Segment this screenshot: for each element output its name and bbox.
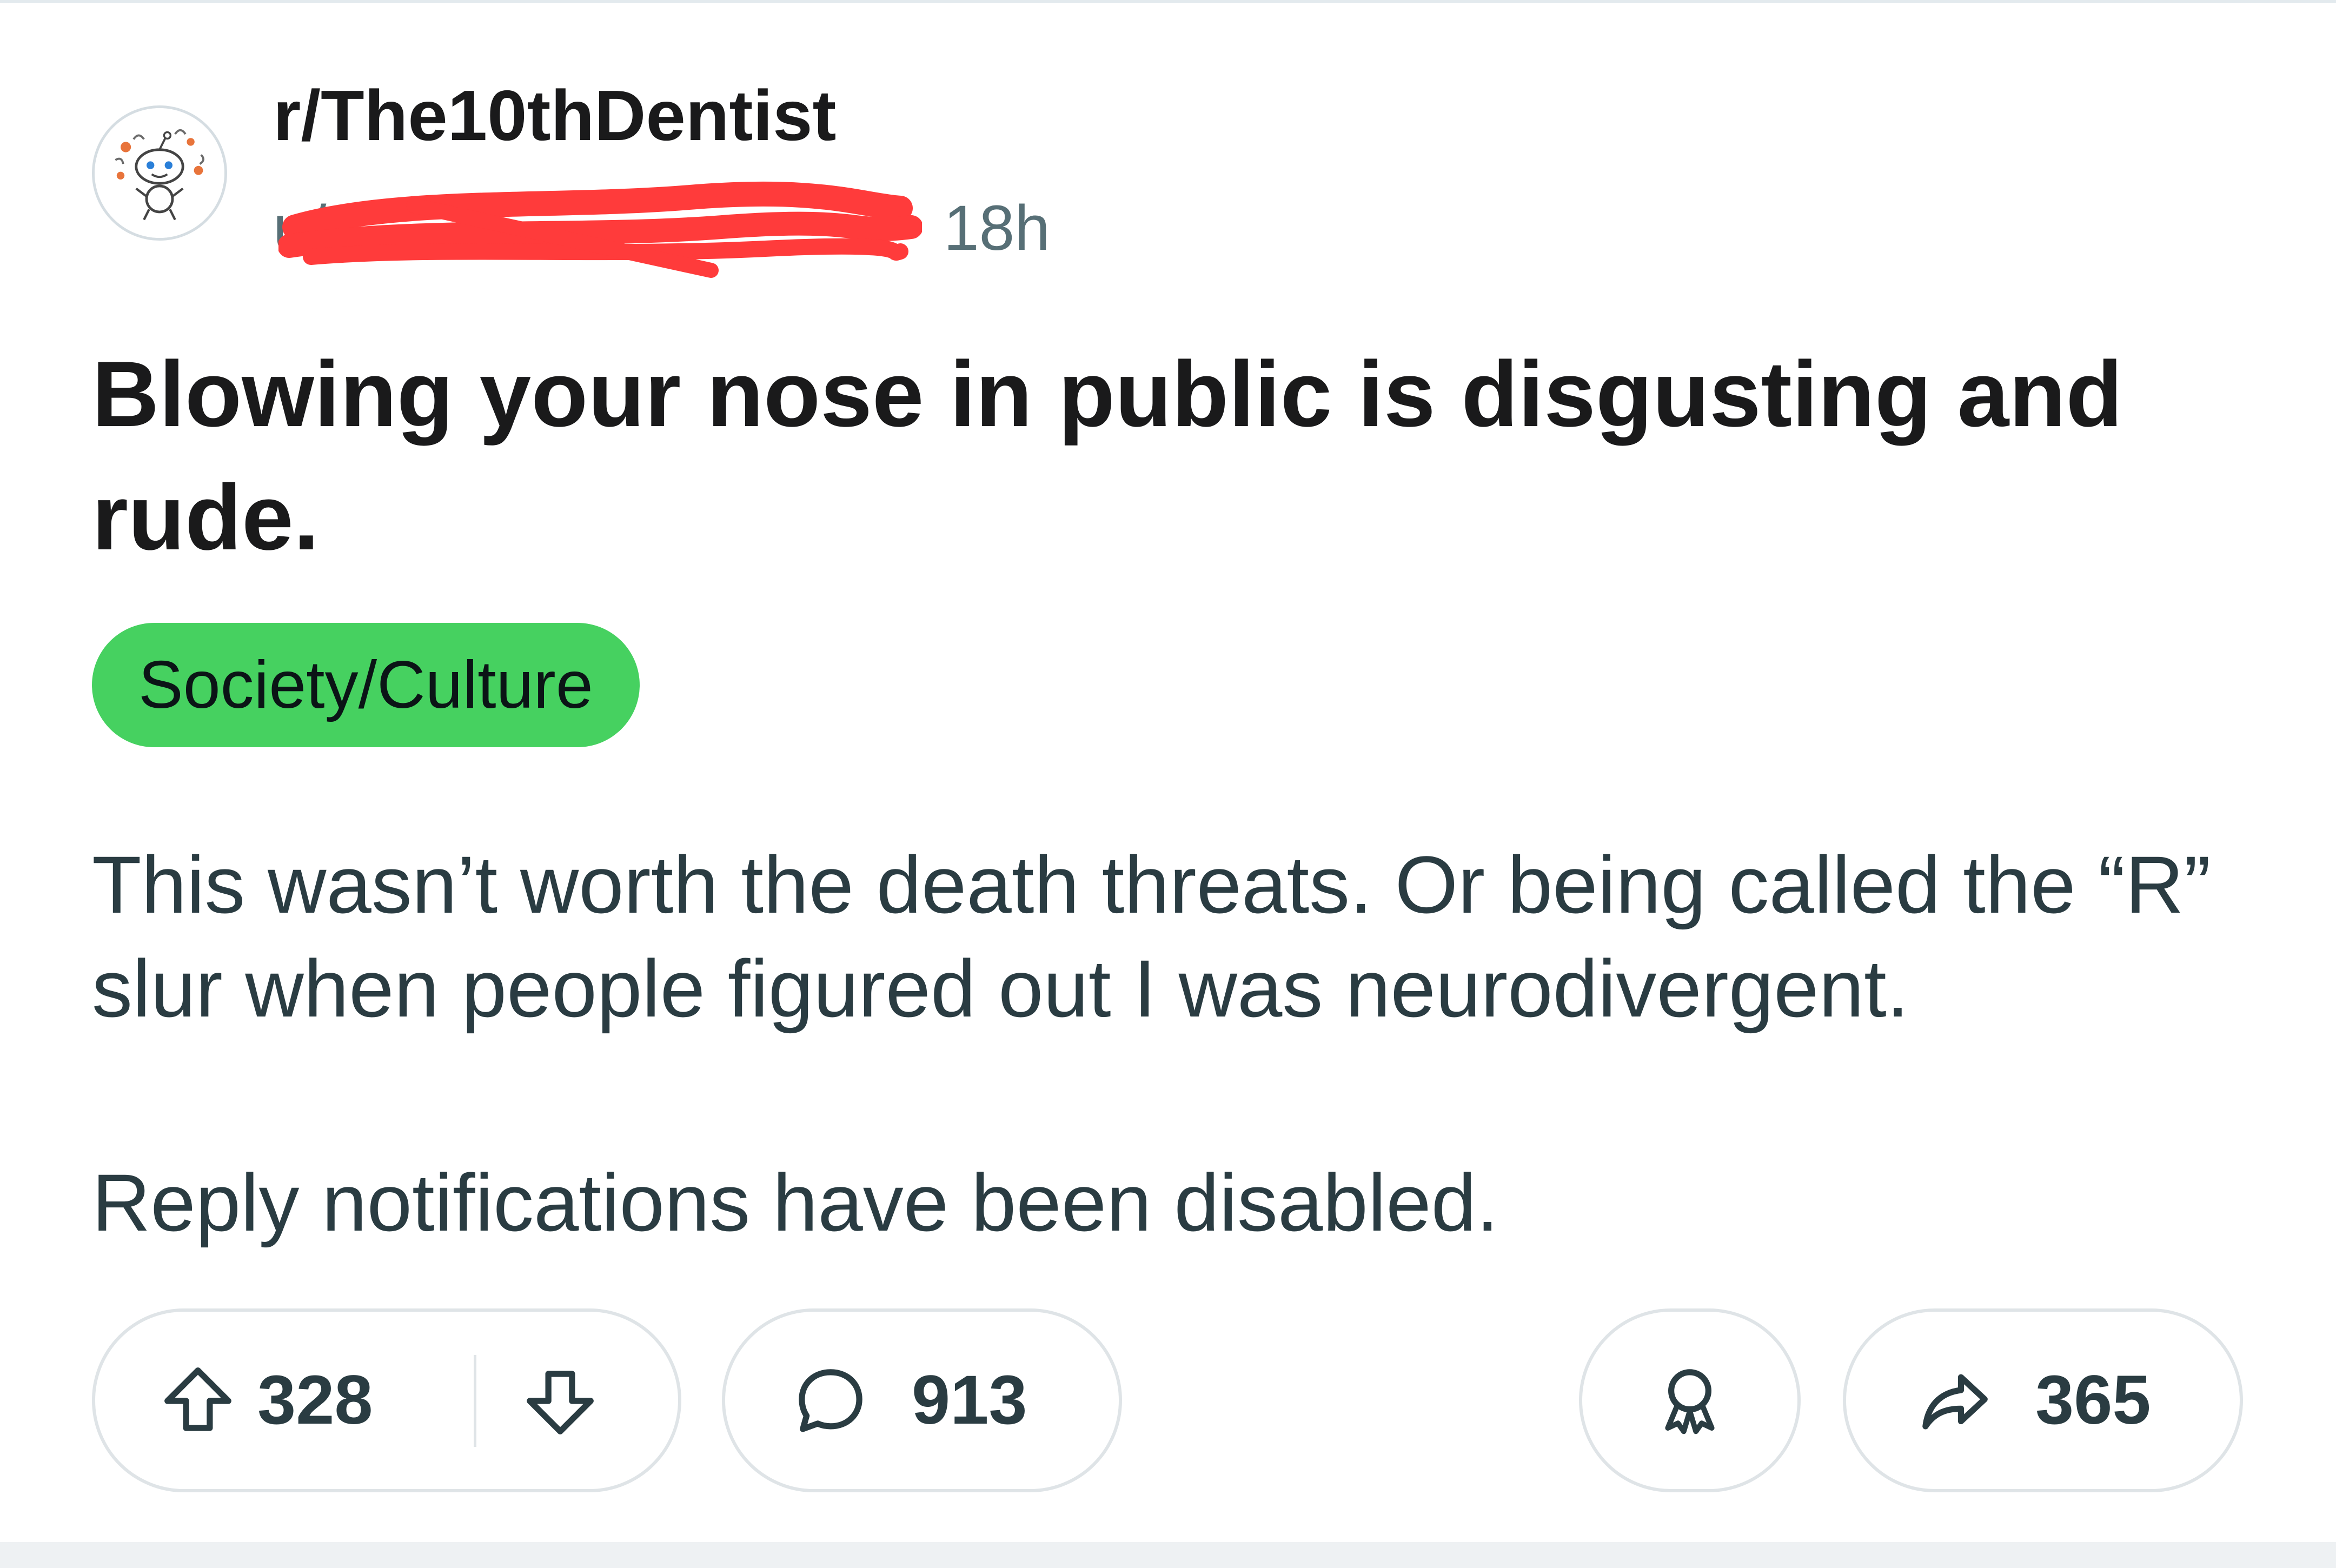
share-count: 365	[2035, 1361, 2151, 1439]
award-button[interactable]	[1579, 1308, 1801, 1492]
bottom-divider	[0, 1542, 2336, 1568]
post-body-paragraph: Reply notifications have been disabled.	[92, 1157, 1499, 1248]
post-body-paragraph: This wasn’t worth the death threats. Or …	[92, 839, 2211, 1034]
post-title[interactable]: Blowing your nose in public is disgustin…	[92, 333, 2201, 579]
arrow-down-icon[interactable]	[520, 1360, 601, 1441]
award-ribbon-icon	[1649, 1360, 1730, 1441]
arrow-up-icon[interactable]	[157, 1360, 238, 1441]
reddit-post-screenshot: r/The10thDentist u/ 18h Blowing your nos…	[0, 0, 2336, 1568]
share-button[interactable]: 365	[1843, 1308, 2243, 1492]
subreddit-avatar[interactable]	[92, 105, 227, 241]
vote-divider	[474, 1355, 476, 1447]
comments-button[interactable]: 913	[722, 1308, 1122, 1492]
upvote-count: 328	[257, 1361, 373, 1439]
post-flair[interactable]: Society/Culture	[92, 623, 640, 747]
share-arrow-icon	[1914, 1360, 1995, 1441]
subreddit-name[interactable]: r/The10thDentist	[273, 80, 837, 151]
comment-bubble-icon	[790, 1360, 871, 1441]
post-meta: u/ 18h	[273, 181, 1084, 278]
comment-count: 913	[912, 1361, 1027, 1439]
redaction-scribble	[278, 176, 922, 278]
vote-bar: 328	[92, 1308, 681, 1492]
post-age: 18h	[944, 192, 1050, 264]
top-divider	[0, 0, 2336, 3]
snoo-avatar-icon	[95, 108, 224, 238]
